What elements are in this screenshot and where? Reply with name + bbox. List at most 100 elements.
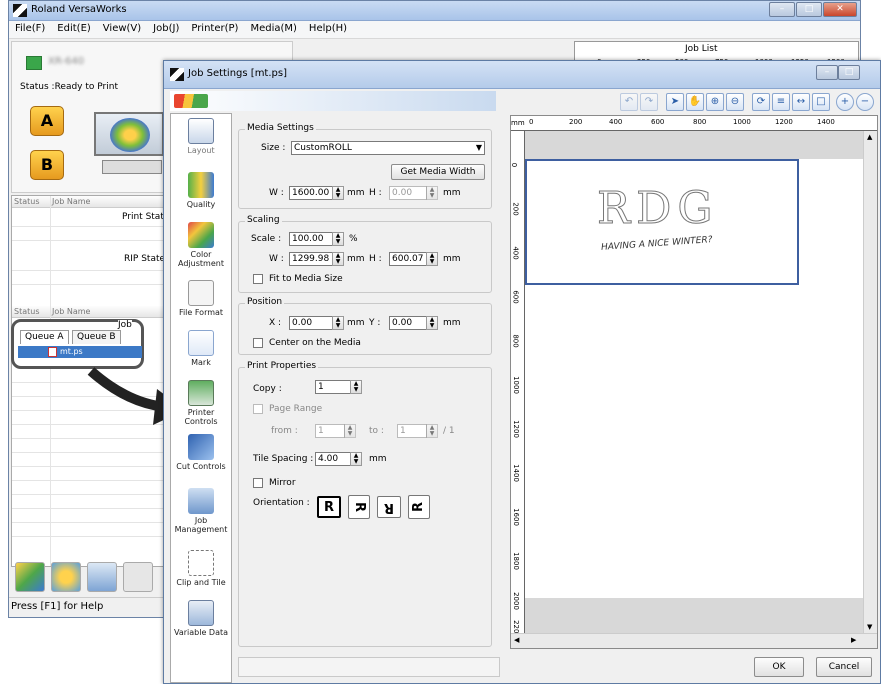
nav-quality[interactable]: Quality	[171, 172, 231, 209]
position-x-spinner[interactable]: ▲ ▼	[332, 316, 344, 330]
cancel-button[interactable]: Cancel	[816, 657, 872, 677]
preview-vertical-scrollbar[interactable]: ▲ ▼	[863, 131, 877, 633]
selected-job-row[interactable]: mt.ps	[18, 346, 142, 358]
col-job-name[interactable]: Job Name	[52, 197, 90, 206]
scale-height-spinner[interactable]: ▲ ▼	[426, 252, 438, 266]
orientation-270-button[interactable]: R	[408, 495, 430, 519]
nav-clip-tile[interactable]: Clip and Tile	[171, 550, 231, 587]
tab-queue-a[interactable]: Queue A	[20, 330, 69, 344]
menu-job[interactable]: Job(J)	[147, 21, 185, 36]
ruler-left-tick: 400	[511, 246, 520, 260]
center-media-checkbox[interactable]	[253, 338, 263, 348]
orientation-180-button[interactable]: R	[377, 496, 401, 518]
position-y-spinner[interactable]: ▲ ▼	[426, 316, 438, 330]
page-from-input[interactable]: 1	[315, 424, 345, 438]
position-y-input[interactable]: 0.00	[389, 316, 427, 330]
versaworks-logo	[174, 94, 208, 108]
nav-file-format[interactable]: File Format	[171, 280, 231, 317]
media-height-spinner[interactable]: ▲ ▼	[426, 186, 438, 200]
hand-icon[interactable]: ✋	[686, 93, 704, 111]
menu-file[interactable]: File(F)	[9, 21, 51, 36]
tile-spacing-input[interactable]: 4.00	[315, 452, 351, 466]
copy-input[interactable]: 1	[315, 380, 351, 394]
mirror-checkbox[interactable]	[253, 478, 263, 488]
col-status[interactable]: Status	[14, 197, 40, 206]
scroll-up-icon[interactable]: ▲	[867, 133, 872, 141]
scroll-down-icon[interactable]: ▼	[867, 623, 872, 631]
scroll-left-icon[interactable]: ◀	[514, 636, 519, 644]
position-x-input[interactable]: 0.00	[289, 316, 333, 330]
undo-icon[interactable]: ↶	[620, 93, 638, 111]
page-from-spinner[interactable]: ▲ ▼	[344, 424, 356, 438]
tile-spacing-spinner[interactable]: ▲ ▼	[350, 452, 362, 466]
orientation-0-button[interactable]: R	[317, 496, 341, 518]
maximize-button[interactable]: □	[796, 2, 822, 17]
orientation-90-button[interactable]: R	[348, 495, 370, 519]
page-range-checkbox[interactable]	[253, 404, 263, 414]
copy-spinner[interactable]: ▲ ▼	[350, 380, 362, 394]
nav-variable-data[interactable]: Variable Data	[171, 600, 231, 637]
cut-controls-icon	[188, 434, 214, 460]
page-to-spinner[interactable]: ▲ ▼	[426, 424, 438, 438]
col-job-name-2[interactable]: Job Name	[52, 307, 90, 316]
tab-queue-b[interactable]: Queue B	[72, 330, 121, 344]
queue-b-icon[interactable]: B	[30, 150, 64, 180]
printer-base	[102, 160, 162, 174]
main-title-bar[interactable]: Roland VersaWorks – □ ✕	[9, 1, 860, 21]
fit-page-icon[interactable]: □	[812, 93, 830, 111]
tool-icon-3[interactable]	[87, 562, 117, 592]
fit-width-icon[interactable]: ↔	[792, 93, 810, 111]
minus-icon[interactable]: −	[856, 93, 874, 111]
job-artwork[interactable]: RDG HAVING A NICE WINTER?	[525, 159, 799, 285]
media-width-spinner[interactable]: ▲ ▼	[332, 186, 344, 200]
media-h-unit: mm	[443, 188, 461, 198]
align-icon[interactable]: ≡	[772, 93, 790, 111]
tool-icon-1[interactable]	[15, 562, 45, 592]
scale-width-spinner[interactable]: ▲ ▼	[332, 252, 344, 266]
menu-media[interactable]: Media(M)	[244, 21, 302, 36]
redo-icon[interactable]: ↷	[640, 93, 658, 111]
close-button[interactable]: ✕	[823, 2, 857, 17]
media-width-input[interactable]: 1600.00	[289, 186, 333, 200]
scale-height-input[interactable]: 600.07	[389, 252, 427, 266]
nav-job-management[interactable]: Job Management	[171, 488, 231, 534]
col-status-2[interactable]: Status	[14, 307, 40, 316]
minimize-button[interactable]: –	[769, 2, 795, 17]
select-arrow-icon[interactable]: ➤	[666, 93, 684, 111]
get-media-width-button[interactable]: Get Media Width	[391, 164, 485, 180]
queue-a-icon[interactable]: A	[30, 106, 64, 136]
menu-edit[interactable]: Edit(E)	[51, 21, 97, 36]
menu-view[interactable]: View(V)	[97, 21, 147, 36]
media-height-input[interactable]: 0.00	[389, 186, 427, 200]
tool-icon-4[interactable]	[123, 562, 153, 592]
print-properties-label: Print Properties	[245, 361, 319, 371]
nav-mark[interactable]: Mark	[171, 330, 231, 367]
preview-horizontal-scrollbar[interactable]: ◀ ▶	[511, 633, 877, 648]
scroll-right-icon[interactable]: ▶	[851, 636, 856, 644]
dialog-minimize-button[interactable]: –	[816, 65, 838, 80]
plus-icon[interactable]: +	[836, 93, 854, 111]
page-to-input[interactable]: 1	[397, 424, 427, 438]
scale-input[interactable]: 100.00	[289, 232, 333, 246]
tool-icon-2[interactable]	[51, 562, 81, 592]
nav-layout-label: Layout	[187, 146, 215, 155]
layout-preview[interactable]: mm 0 200 400 600 800 1000 1200 1400 0 20…	[510, 115, 878, 649]
dialog-title-bar[interactable]: Job Settings [mt.ps] – □	[164, 61, 880, 89]
media-margin-top	[525, 131, 863, 159]
size-select[interactable]: CustomROLL ▼	[291, 141, 485, 155]
nav-cut-controls[interactable]: Cut Controls	[171, 434, 231, 471]
nav-printer-controls[interactable]: Printer Controls	[171, 380, 231, 426]
nav-color-adjustment[interactable]: Color Adjustment	[171, 222, 231, 268]
dialog-app-icon	[170, 68, 184, 81]
scale-spinner[interactable]: ▲ ▼	[332, 232, 344, 246]
scale-width-input[interactable]: 1299.98	[289, 252, 333, 266]
nav-layout[interactable]: Layout	[171, 118, 231, 155]
menu-help[interactable]: Help(H)	[303, 21, 353, 36]
fit-to-media-checkbox[interactable]	[253, 274, 263, 284]
dialog-maximize-button[interactable]: □	[838, 65, 860, 80]
ok-button[interactable]: OK	[754, 657, 804, 677]
zoom-out-icon[interactable]: ⊖	[726, 93, 744, 111]
zoom-in-icon[interactable]: ⊕	[706, 93, 724, 111]
menu-printer[interactable]: Printer(P)	[185, 21, 244, 36]
rotate-icon[interactable]: ⟳	[752, 93, 770, 111]
